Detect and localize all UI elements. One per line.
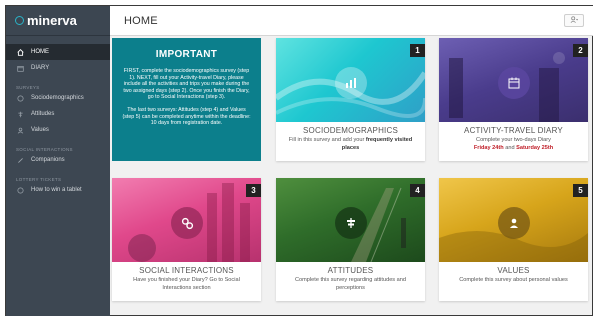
page-title: HOME bbox=[124, 14, 158, 27]
card-description: Fill in this survey and add your frequen… bbox=[288, 137, 413, 151]
sidebar-item-label: HOME bbox=[31, 49, 49, 55]
sidebar-item-diary[interactable]: DIARY bbox=[6, 60, 110, 76]
sidebar-section-lottery: LOTTERY TICKETS bbox=[16, 177, 62, 182]
card-title: VALUES bbox=[497, 266, 530, 275]
card-title: SOCIODEMOGRAPHICS bbox=[303, 126, 398, 135]
important-title: IMPORTANT bbox=[155, 49, 218, 60]
sidebar-section-surveys: SURVEYS bbox=[16, 85, 40, 90]
card-activity-travel-diary[interactable]: 2 ACTIVITY-TRAVEL DIARY Complete your tw… bbox=[439, 38, 588, 161]
user-icon bbox=[570, 16, 579, 25]
card-description: Complete this survey regarding attitudes… bbox=[294, 277, 406, 291]
card-description: Complete your two-days Diary Friday 24th… bbox=[473, 137, 554, 151]
chart-icon bbox=[335, 67, 367, 99]
link-icon bbox=[16, 156, 24, 164]
brand-logo[interactable]: minerva bbox=[6, 6, 110, 36]
sidebar-item-values[interactable]: Values bbox=[6, 122, 110, 138]
sidebar-item-companions[interactable]: Companions bbox=[6, 152, 110, 168]
sidebar-item-label: DIARY bbox=[31, 65, 50, 71]
attitudes-icon bbox=[16, 110, 24, 118]
ticket-icon bbox=[16, 186, 24, 194]
sidebar-item-win-tablet[interactable]: How to win a tablet bbox=[6, 182, 110, 198]
brand-name: minerva bbox=[27, 13, 77, 28]
important-text-deadline: The last two surveys: Attitudes (step 4)… bbox=[122, 106, 251, 127]
step-badge: 2 bbox=[573, 44, 588, 57]
important-notice: IMPORTANT FIRST, complete the sociodemog… bbox=[112, 38, 261, 161]
card-description: Have you finished your Diary? Go to Soci… bbox=[133, 277, 240, 291]
sidebar-item-label: Companions bbox=[31, 157, 65, 163]
sidebar-item-label: Attitudes bbox=[31, 111, 55, 117]
step-badge: 3 bbox=[246, 184, 261, 197]
card-social-interactions[interactable]: 3 SOCIAL INTERACTIONS Have you finished … bbox=[112, 178, 261, 301]
person-icon bbox=[498, 207, 530, 239]
link-icon bbox=[171, 207, 203, 239]
card-description: Complete this survey about personal valu… bbox=[459, 277, 568, 283]
signpost-icon bbox=[335, 207, 367, 239]
sidebar-item-label: How to win a tablet bbox=[31, 187, 82, 193]
card-title: ATTITUDES bbox=[327, 266, 374, 275]
app-window: minerva HOME DIARY SURVEYS Sociodemograp… bbox=[5, 5, 593, 316]
important-text-steps: FIRST, complete the sociodemographics su… bbox=[123, 68, 250, 101]
values-icon bbox=[16, 126, 24, 134]
sidebar-section-social: SOCIAL INTERACTIONS bbox=[16, 147, 73, 152]
top-header: HOME bbox=[110, 6, 593, 36]
calendar-icon bbox=[16, 64, 24, 72]
card-title: SOCIAL INTERACTIONS bbox=[139, 266, 234, 275]
sidebar-item-label: Values bbox=[31, 127, 49, 133]
calendar-icon bbox=[498, 67, 530, 99]
sociodemographics-icon bbox=[16, 94, 24, 102]
step-badge: 4 bbox=[410, 184, 425, 197]
day-two: Saturday 25th bbox=[516, 144, 554, 151]
home-icon bbox=[16, 48, 24, 56]
sidebar-item-attitudes[interactable]: Attitudes bbox=[6, 106, 110, 122]
sidebar: minerva HOME DIARY SURVEYS Sociodemograp… bbox=[6, 6, 110, 316]
card-attitudes[interactable]: 4 ATTITUDES Complete this survey regardi… bbox=[276, 178, 425, 301]
card-sociodemographics[interactable]: 1 SOCIODEMOGRAPHICS Fill in this survey … bbox=[276, 38, 425, 161]
day-one: Friday 24th bbox=[473, 144, 504, 151]
step-badge: 1 bbox=[410, 44, 425, 57]
sidebar-item-sociodemographics[interactable]: Sociodemographics bbox=[6, 90, 110, 106]
logo-ring-icon bbox=[15, 16, 24, 25]
card-title: ACTIVITY-TRAVEL DIARY bbox=[464, 126, 563, 135]
card-values[interactable]: 5 VALUES Complete this survey about pers… bbox=[439, 178, 588, 301]
sidebar-item-label: Sociodemographics bbox=[31, 95, 84, 101]
user-menu-button[interactable] bbox=[564, 14, 584, 27]
sidebar-item-home[interactable]: HOME bbox=[6, 44, 110, 60]
step-badge: 5 bbox=[573, 184, 588, 197]
